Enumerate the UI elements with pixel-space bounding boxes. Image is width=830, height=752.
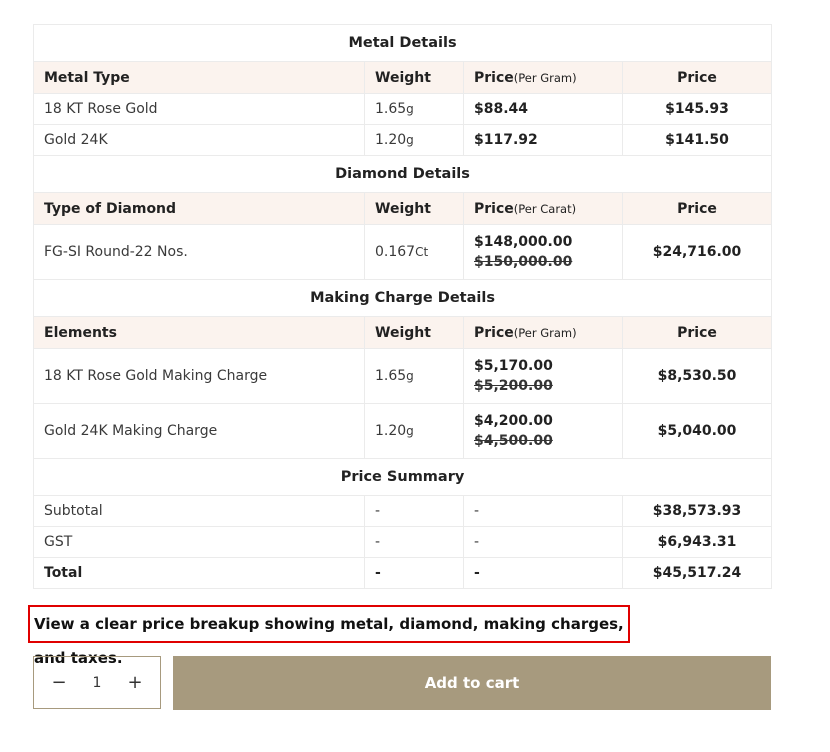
quantity-stepper: − 1 + (33, 656, 161, 709)
making-price: $8,530.50 (621, 348, 773, 404)
summary-c3: - (463, 495, 623, 527)
rate-header: Price(Per Carat) (463, 192, 623, 225)
old-rate: $5,200.00 (474, 378, 553, 394)
metal-details-title: Metal Details (32, 24, 773, 62)
summary-c3: - (463, 557, 623, 589)
summary-c2: - (364, 495, 464, 527)
metal-rate: $88.44 (463, 93, 623, 125)
diamond-rate: $148,000.00 $150,000.00 (463, 224, 623, 280)
metal-price: $145.93 (621, 93, 773, 125)
quantity-value[interactable]: 1 (84, 675, 110, 691)
diamond-type-header: Type of Diamond (33, 192, 365, 225)
old-rate: $4,500.00 (474, 433, 553, 449)
metal-weight: 1.20g (364, 124, 464, 156)
metal-rate: $117.92 (463, 124, 623, 156)
price-breakup-caption: View a clear price breakup showing metal… (28, 605, 630, 667)
making-charge-title: Making Charge Details (32, 279, 773, 317)
weight-header: Weight (364, 316, 464, 349)
table-row: Gold 24K Making Charge 1.20g $4,200.00 $4… (33, 403, 773, 459)
price-summary-title: Price Summary (32, 458, 773, 496)
making-weight: 1.20g (364, 403, 464, 459)
table-row: 18 KT Rose Gold 1.65g $88.44 $145.93 (33, 93, 773, 125)
metal-weight: 1.65g (364, 93, 464, 125)
table-row: 18 KT Rose Gold Making Charge 1.65g $5,1… (33, 348, 773, 404)
weight-header: Weight (364, 192, 464, 225)
summary-label: Total (33, 557, 365, 589)
increase-quantity-button[interactable]: + (110, 657, 160, 708)
table-row: Total - - $45,517.24 (33, 557, 773, 589)
table-row: Gold 24K 1.20g $117.92 $141.50 (33, 124, 773, 156)
summary-label: GST (33, 526, 365, 558)
decrease-quantity-button[interactable]: − (34, 657, 84, 708)
metal-type-header: Metal Type (33, 61, 365, 94)
table-row: Subtotal - - $38,573.93 (33, 495, 773, 527)
price-header: Price (621, 316, 773, 349)
weight-header: Weight (364, 61, 464, 94)
diamond-price: $24,716.00 (621, 224, 773, 280)
summary-c3: - (463, 526, 623, 558)
price-header: Price (621, 61, 773, 94)
elements-header: Elements (33, 316, 365, 349)
making-name: Gold 24K Making Charge (33, 403, 365, 459)
diamond-weight: 0.167Ct (364, 224, 464, 280)
summary-label: Subtotal (33, 495, 365, 527)
price-breakup-table: Metal Details Metal Type Weight Price(Pe… (32, 24, 773, 589)
table-row: GST - - $6,943.31 (33, 526, 773, 558)
making-price: $5,040.00 (621, 403, 773, 459)
rate-header: Price(Per Gram) (463, 316, 623, 349)
diamond-details-title: Diamond Details (32, 155, 773, 193)
rate-header: Price(Per Gram) (463, 61, 623, 94)
subtotal-price: $38,573.93 (621, 495, 773, 527)
making-rate: $4,200.00 $4,500.00 (463, 403, 623, 459)
add-to-cart-button[interactable]: Add to cart (173, 656, 771, 710)
making-weight: 1.65g (364, 348, 464, 404)
making-rate: $5,170.00 $5,200.00 (463, 348, 623, 404)
price-header: Price (621, 192, 773, 225)
table-row: FG-SI Round-22 Nos. 0.167Ct $148,000.00 $… (33, 224, 773, 280)
metal-name: 18 KT Rose Gold (33, 93, 365, 125)
total-price: $45,517.24 (621, 557, 773, 589)
gst-price: $6,943.31 (621, 526, 773, 558)
metal-name: Gold 24K (33, 124, 365, 156)
summary-c2: - (364, 526, 464, 558)
old-rate: $150,000.00 (474, 254, 573, 270)
summary-c2: - (364, 557, 464, 589)
diamond-name: FG-SI Round-22 Nos. (33, 224, 365, 280)
making-name: 18 KT Rose Gold Making Charge (33, 348, 365, 404)
metal-price: $141.50 (621, 124, 773, 156)
